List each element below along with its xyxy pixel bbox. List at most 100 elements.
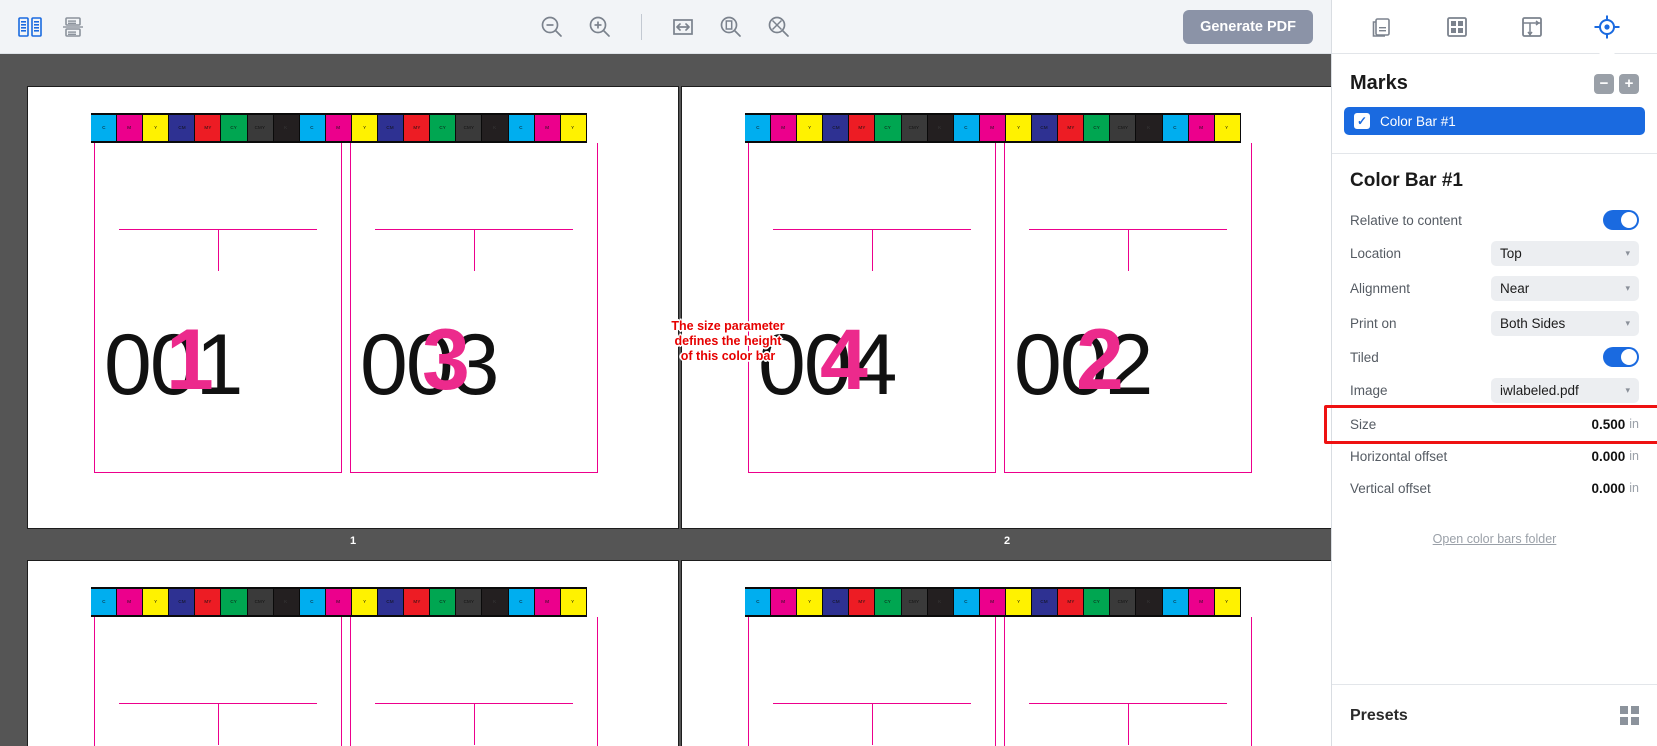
zoom-out-icon[interactable] xyxy=(539,14,565,40)
single-page-view-icon[interactable] xyxy=(62,16,84,38)
color-bar-swatch-label: CM xyxy=(832,599,840,605)
sheet-preview[interactable]: CMYCMMYCYCMYKCMYCMMYCYCMYKCMYCMMY0011003… xyxy=(27,86,679,529)
row-tiled: Tiled xyxy=(1332,341,1657,373)
color-bar-mark[interactable]: CMYCMMYCYCMYKCMYCMMYCYCMYKCMYCMMY xyxy=(91,113,587,143)
color-bar-swatch: CY xyxy=(430,589,456,615)
horizontal-offset-value[interactable]: 0.000 xyxy=(1591,449,1625,464)
select-image[interactable]: iwlabeled.pdf ▾ xyxy=(1491,378,1639,403)
color-bar-swatch-label: Y xyxy=(808,599,812,605)
color-bar-swatch: CMY xyxy=(901,589,927,615)
color-bar-swatch-label: K xyxy=(284,599,288,605)
page-number-overlay: 1 xyxy=(166,312,214,408)
color-bar-swatch: M xyxy=(325,589,351,615)
color-bar-swatch: CM xyxy=(169,115,195,141)
tab-pages[interactable] xyxy=(1360,9,1404,45)
color-bar-swatch: CY xyxy=(430,115,456,141)
label-alignment: Alignment xyxy=(1350,281,1411,296)
toggle-relative-to-content[interactable] xyxy=(1603,210,1639,230)
add-mark-button[interactable]: + xyxy=(1619,73,1639,94)
fit-width-icon[interactable] xyxy=(670,14,696,40)
page-guide-vertical xyxy=(474,703,475,745)
zoom-in-icon[interactable] xyxy=(587,14,613,40)
color-bar-swatch: MY xyxy=(1058,589,1084,615)
color-bar-swatch-label: CM xyxy=(178,125,186,131)
color-bar-swatch-label: CY xyxy=(230,599,238,605)
remove-mark-button[interactable]: − xyxy=(1594,73,1614,94)
preview-canvas[interactable]: CMYCMMYCYCMYKCMYCMMYCYCMYKCMYCMMY0011003… xyxy=(0,54,1331,746)
marks-title: Marks xyxy=(1350,72,1408,94)
color-bar-swatch: MY xyxy=(195,115,221,141)
color-bar-swatch: C xyxy=(745,589,771,615)
color-bar-swatch-label: CMY xyxy=(463,125,475,131)
label-relative-to-content: Relative to content xyxy=(1350,212,1462,228)
color-bar-swatch-label: Y xyxy=(1225,125,1229,131)
color-bar-swatch-label: C xyxy=(1173,125,1177,131)
spread-view-icon[interactable] xyxy=(18,16,42,38)
color-bar-swatch: C xyxy=(953,115,979,141)
color-bar-mark[interactable]: CMYCMMYCYCMYKCMYCMMYCYCMYKCMYCMMY xyxy=(745,587,1241,617)
color-bar-swatch-label: CY xyxy=(884,125,892,131)
color-bar-swatch: Y xyxy=(1214,115,1240,141)
color-bar-swatch-label: Y xyxy=(154,599,158,605)
color-bar-swatch: Y xyxy=(560,589,586,615)
tab-layout[interactable] xyxy=(1510,9,1554,45)
color-bar-swatch: CM xyxy=(823,589,849,615)
checkbox-icon[interactable]: ✓ xyxy=(1354,113,1370,129)
color-bar-swatch-label: M xyxy=(336,599,341,605)
sheet-preview[interactable]: CMYCMMYCYCMYKCMYCMMYCYCMYKCMYCMMY xyxy=(27,560,679,746)
open-color-bars-folder-link[interactable]: Open color bars folder xyxy=(1433,532,1557,546)
color-bar-swatch-label: CMY xyxy=(254,599,266,605)
color-bar-swatch-label: CM xyxy=(178,599,186,605)
sheet-preview[interactable]: CMYCMMYCYCMYKCMYCMMYCYCMYKCMYCMMY xyxy=(681,560,1331,746)
color-bar-swatch: C xyxy=(299,115,325,141)
vertical-offset-value[interactable]: 0.000 xyxy=(1591,481,1625,496)
sheet-number-label: 2 xyxy=(1003,535,1011,547)
color-bar-swatch: Y xyxy=(560,115,586,141)
generate-pdf-button[interactable]: Generate PDF xyxy=(1183,9,1313,44)
label-location: Location xyxy=(1350,246,1402,261)
fit-all-icon[interactable] xyxy=(766,14,792,40)
color-bar-swatch: CMY xyxy=(247,115,273,141)
select-print-on[interactable]: Both Sides ▾ xyxy=(1491,311,1639,336)
size-value[interactable]: 0.500 xyxy=(1591,417,1625,432)
color-bar-swatch: CY xyxy=(875,589,901,615)
select-alignment[interactable]: Near ▾ xyxy=(1491,276,1639,301)
presets-bar: Presets xyxy=(1332,684,1657,746)
panel-tab-bar xyxy=(1332,0,1657,54)
color-bar-swatch: K xyxy=(927,589,953,615)
color-bar-swatch: MY xyxy=(404,115,430,141)
imposed-page-frame xyxy=(1004,143,1252,473)
select-location-value: Top xyxy=(1500,246,1522,261)
color-bar-swatch-label: C xyxy=(310,125,315,131)
label-print-on: Print on xyxy=(1350,316,1397,331)
color-bar-swatch-label: C xyxy=(964,125,969,131)
color-bar-swatch-label: Y xyxy=(1016,125,1021,131)
tab-marks[interactable] xyxy=(1585,9,1629,45)
presets-grid-icon[interactable] xyxy=(1620,706,1639,725)
color-bar-swatch: MY xyxy=(404,589,430,615)
select-location[interactable]: Top ▾ xyxy=(1491,241,1639,266)
sheet-preview[interactable]: CMYCMMYCYCMYKCMYCMMYCYCMYKCMYCMMY0044002… xyxy=(681,86,1331,529)
marks-header: Marks − + xyxy=(1332,54,1657,107)
toggle-tiled[interactable] xyxy=(1603,347,1639,367)
tab-imposition[interactable] xyxy=(1435,9,1479,45)
color-bar-swatch-label: M xyxy=(127,599,132,605)
color-bar-swatch: CY xyxy=(1084,115,1110,141)
color-bar-mark[interactable]: CMYCMMYCYCMYKCMYCMMYCYCMYKCMYCMMY xyxy=(745,113,1241,143)
color-bar-swatch: MY xyxy=(849,115,875,141)
color-bar-swatch-label: CMY xyxy=(1117,125,1129,131)
color-bar-swatch: Y xyxy=(143,115,169,141)
color-bar-swatch-label: C xyxy=(519,125,523,131)
color-bar-swatch-label: M xyxy=(1199,125,1204,131)
color-bar-swatch-label: CM xyxy=(832,125,840,131)
row-location: Location Top ▾ xyxy=(1332,236,1657,271)
color-bar-swatch-label: CY xyxy=(1093,599,1101,605)
color-bar-swatch-label: CMY xyxy=(254,125,266,131)
color-bar-swatch: Y xyxy=(1005,589,1032,615)
fit-page-icon[interactable] xyxy=(718,14,744,40)
list-item-color-bar-1[interactable]: ✓ Color Bar #1 xyxy=(1344,107,1645,135)
color-bar-swatch: CM xyxy=(1032,115,1058,141)
color-bar-swatch-label: M xyxy=(545,125,550,131)
color-bar-mark[interactable]: CMYCMMYCYCMYKCMYCMMYCYCMYKCMYCMMY xyxy=(91,587,587,617)
color-bar-swatch-label: MY xyxy=(413,599,421,605)
